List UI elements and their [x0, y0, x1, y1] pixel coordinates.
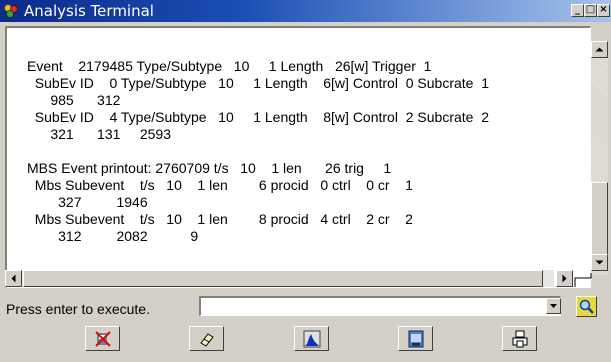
terminal-line: 327 1946	[27, 194, 148, 210]
terminal-line: Event 2179485 Type/Subtype 10 1 Length 2…	[27, 58, 432, 74]
window-title: Analysis Terminal	[24, 2, 154, 20]
close-button[interactable]: ×	[597, 4, 610, 17]
histogram-icon	[303, 330, 321, 348]
title-bar[interactable]: Analysis Terminal _ □ ×	[0, 0, 611, 22]
terminal-line: 985 312	[27, 92, 121, 108]
minimize-icon: _	[575, 4, 580, 15]
minimize-button[interactable]: _	[571, 4, 584, 17]
terminal-line: SubEv ID 4 Type/Subtype 10 1 Length 8[w]…	[27, 109, 490, 125]
arrow-up-icon	[595, 47, 604, 52]
command-prompt-label: Press enter to execute.	[6, 301, 150, 317]
printer-icon	[512, 330, 528, 348]
terminal-output[interactable]: Event 2179485 Type/Subtype 10 1 Length 2…	[5, 26, 591, 288]
print-button[interactable]	[502, 326, 537, 351]
terminal-text: Event 2179485 Type/Subtype 10 1 Length 2…	[27, 58, 489, 245]
execute-button[interactable]	[576, 296, 597, 317]
arrow-left-icon	[11, 274, 16, 283]
save-button[interactable]	[398, 326, 433, 351]
terminal-line: Mbs Subevent t/s 10 1 len 6 procid 0 ctr…	[27, 177, 413, 193]
arrow-right-icon	[562, 274, 567, 283]
magnifier-icon	[577, 297, 596, 316]
scroll-down-button[interactable]	[591, 254, 608, 271]
erase-button[interactable]	[189, 326, 224, 351]
clear-icon	[95, 331, 111, 347]
histogram-button[interactable]	[294, 326, 329, 351]
close-icon: ×	[599, 4, 608, 15]
chevron-down-icon	[550, 304, 557, 308]
scroll-right-button[interactable]	[556, 270, 573, 287]
terminal-line: 321 131 2593	[27, 126, 171, 142]
terminal-line: Mbs Subevent t/s 10 1 len 8 procid 4 ctr…	[27, 211, 413, 227]
resize-grip-icon[interactable]	[573, 272, 593, 288]
command-history-dropdown[interactable]	[546, 298, 561, 314]
maximize-icon: □	[585, 4, 596, 15]
eraser-icon	[200, 333, 214, 347]
arrow-down-icon	[595, 260, 604, 265]
scroll-left-button[interactable]	[5, 270, 22, 287]
scroll-up-button[interactable]	[591, 41, 608, 58]
window-icon	[408, 330, 424, 348]
maximize-button[interactable]: □	[584, 4, 597, 17]
vertical-scroll-thumb[interactable]	[591, 182, 608, 262]
terminal-line: 312 2082 9	[27, 228, 199, 244]
analysis-terminal-window: Analysis Terminal _ □ × Event 2179485 Ty…	[0, 0, 611, 362]
clear-output-button[interactable]	[85, 326, 120, 351]
terminal-line: SubEv ID 0 Type/Subtype 10 1 Length 6[w]…	[27, 75, 490, 91]
horizontal-scroll-thumb[interactable]	[23, 270, 543, 287]
app-icon	[4, 4, 18, 18]
terminal-line: MBS Event printout: 2760709 t/s 10 1 len…	[27, 160, 392, 176]
command-input[interactable]	[199, 296, 561, 316]
